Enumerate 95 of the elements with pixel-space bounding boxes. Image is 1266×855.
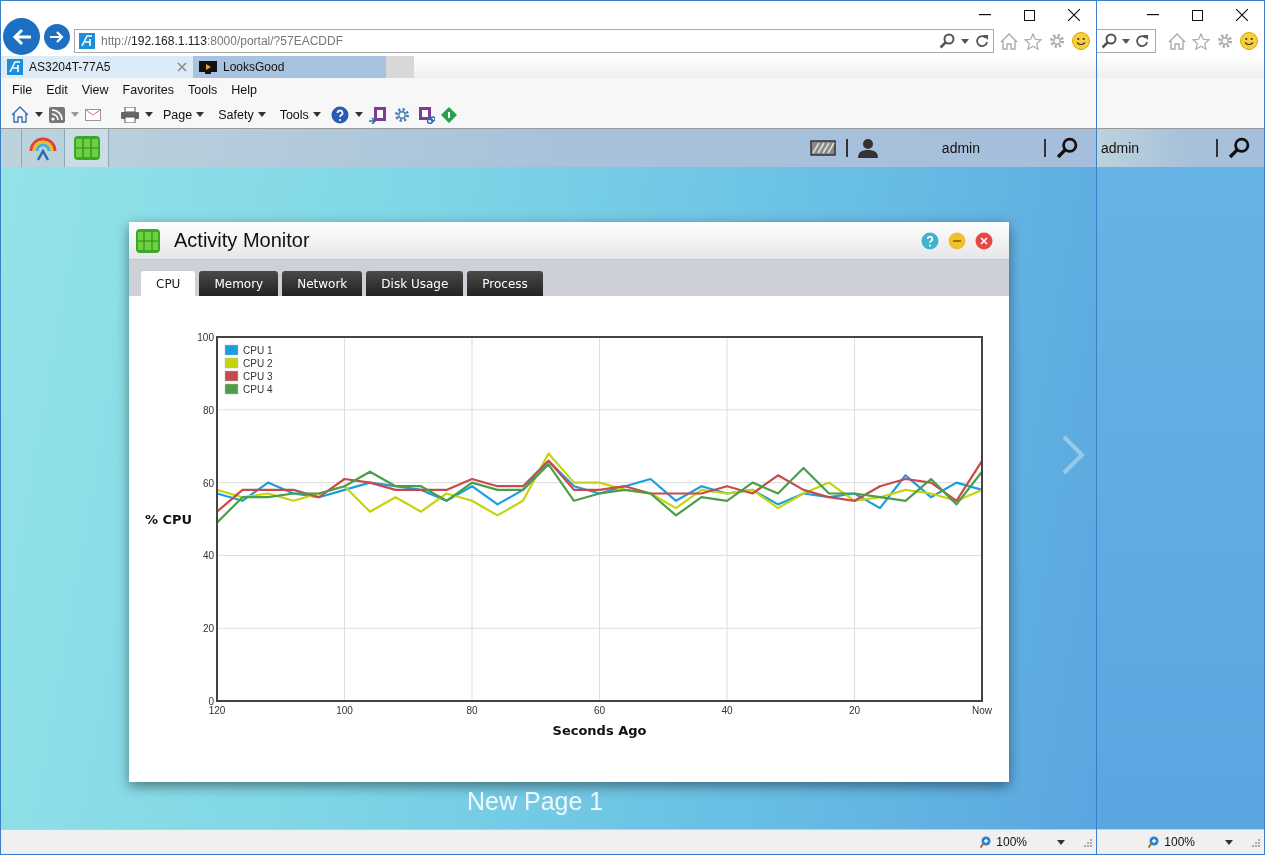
command-menu[interactable]: Safety [214,107,270,122]
tab[interactable]: Memory [199,271,279,296]
zoom-icon[interactable] [1148,836,1161,848]
tab[interactable]: Process [467,271,543,296]
address-field[interactable] [1097,29,1156,53]
address-field[interactable]: http://192.168.1.113:8000/portal/?57EACDDF [74,29,994,53]
axis-tick-label: 40 [721,705,733,716]
axis-title: % CPU [145,512,193,527]
search-icon[interactable] [1101,33,1117,49]
notebook-icon[interactable] [368,105,387,124]
minimize-icon[interactable] [979,14,991,16]
username: admin [1100,140,1140,156]
menu-item[interactable]: Edit [39,82,75,97]
minimize-icon[interactable] [1147,14,1159,16]
caret-icon[interactable] [1057,839,1065,845]
menu-item[interactable]: File [5,82,40,97]
resize-grip-icon[interactable] [1083,837,1092,847]
caret-icon[interactable] [196,112,205,117]
star-icon[interactable] [1024,32,1042,50]
smiley-icon[interactable] [1240,32,1258,50]
axis-tick-label: 120 [208,705,226,716]
back-button[interactable] [3,18,40,55]
caret-icon[interactable] [1225,839,1233,845]
axis-tick-label: 100 [197,332,214,343]
menu-item[interactable]: Favorites [115,82,181,97]
axis-tick-label: 40 [202,550,214,562]
caret-icon[interactable] [1122,38,1130,44]
username: admin [940,140,981,156]
zoom-control[interactable]: 100% [1148,835,1195,849]
maximize-icon[interactable] [1192,9,1203,21]
command-menu[interactable]: Tools [275,107,325,122]
home-icon[interactable] [11,106,29,123]
zoom-icon[interactable] [980,836,993,848]
axis-tick-label: 20 [848,705,861,716]
grid-panel-icon [136,228,160,253]
legend-label: CPU 1 [243,345,273,356]
site-logo-icon [7,59,23,75]
search-icon[interactable] [939,33,955,49]
axis-tick-label: Now [972,705,992,716]
menu-item[interactable]: Help [224,82,264,97]
tab[interactable]: CPU [141,271,196,296]
caret-icon[interactable] [961,38,969,44]
resize-grip-icon[interactable] [1251,837,1260,847]
legend-label: CPU 2 [243,358,273,369]
mail-icon[interactable] [85,108,101,121]
notebook-link-icon[interactable] [416,105,435,124]
rainbow-logo-icon [29,135,57,161]
refresh-icon[interactable] [975,34,989,48]
grid-panel-icon [73,136,100,160]
printer-icon[interactable] [121,106,139,123]
menu-item[interactable]: Tools [181,82,225,97]
diamond-icon[interactable] [440,106,457,123]
caret-icon[interactable] [354,112,363,117]
monitor-icon [199,60,217,74]
refresh-icon[interactable] [1135,34,1149,48]
search-icon[interactable] [1228,137,1250,159]
smiley-icon[interactable] [1072,32,1090,50]
star-icon[interactable] [1192,32,1210,50]
site-logo-icon [79,33,95,49]
browser-tab[interactable]: AS3204T-77A5 [1,56,193,78]
maximize-icon[interactable] [1024,9,1035,21]
help-icon[interactable] [330,105,349,124]
axis-tick-label: 100 [336,705,353,716]
axis-tick-label: 60 [202,477,214,489]
axis-tick-label: 60 [593,705,606,716]
axis-title: Seconds Ago [552,723,647,738]
user-icon[interactable] [857,138,878,158]
caret-icon[interactable] [35,112,43,117]
arrow-left-icon [11,27,32,46]
gear-icon[interactable] [392,105,411,124]
caret-icon[interactable] [312,112,321,117]
axis-tick-label: 80 [466,705,478,716]
window-title: Activity Monitor [174,229,310,252]
menu-item[interactable]: View [74,82,116,97]
forward-button[interactable] [44,24,70,50]
legend-label: CPU 4 [243,384,273,395]
tab[interactable]: Disk Usage [366,271,464,296]
close-icon[interactable] [1068,9,1080,21]
page-label: New Page 1 [467,787,604,816]
zoom-control[interactable]: 100% [980,835,1027,849]
keyboard-icon[interactable] [809,140,836,156]
close-tab-icon[interactable] [177,62,187,72]
tab[interactable]: Network [282,271,363,296]
legend-label: CPU 3 [243,371,273,382]
close-icon[interactable] [1236,9,1248,21]
axis-tick-label: 20 [202,623,214,635]
browser-tab[interactable]: LooksGood [193,56,385,78]
axis-tick-label: 0 [208,696,214,707]
arrow-right-icon [50,31,64,43]
axis-tick-label: 80 [202,404,214,416]
search-icon[interactable] [1056,137,1078,159]
command-menu[interactable]: Page [159,107,209,122]
caret-icon[interactable] [145,112,153,117]
caret-icon[interactable] [257,112,266,117]
feed-icon[interactable] [49,106,65,123]
